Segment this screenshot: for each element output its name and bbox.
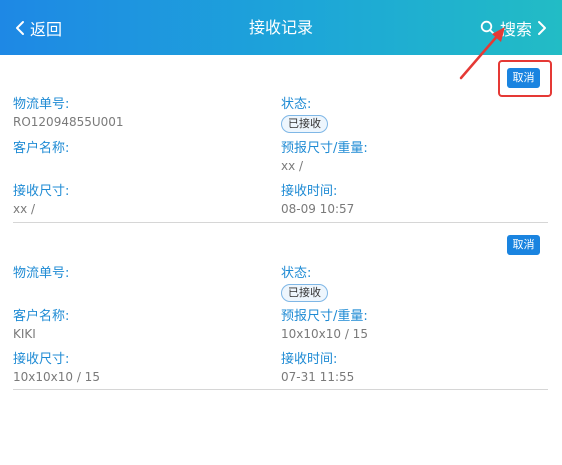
back-label: 返回 bbox=[30, 19, 63, 39]
customer-name-label: 客户名称: bbox=[13, 309, 70, 324]
received-size-field: 接收尺寸: xx / bbox=[13, 180, 69, 216]
customer-name-field: 客户名称: bbox=[13, 137, 69, 159]
back-button[interactable]: 返回 bbox=[14, 0, 62, 55]
cancel-button[interactable]: 取消 bbox=[507, 235, 540, 255]
received-time-field: 接收时间: 08-09 10:57 bbox=[281, 180, 354, 216]
received-size-value: xx / bbox=[13, 202, 36, 216]
received-size-label: 接收尺寸: bbox=[13, 184, 70, 199]
customer-name-field: 客户名称: KIKI bbox=[13, 305, 69, 341]
tracking-number-label: 物流单号: bbox=[13, 97, 70, 112]
received-time-label: 接收时间: bbox=[281, 352, 338, 367]
forecast-size-weight-value: 10x10x10 / 15 bbox=[281, 327, 368, 341]
status-badge: 已接收 bbox=[281, 284, 328, 302]
annotation-highlight bbox=[498, 60, 552, 97]
status-label: 状态: bbox=[281, 266, 312, 281]
tracking-number-field: 物流单号: RO12094855U001 bbox=[13, 93, 124, 129]
record-card: 取消 物流单号: RO12094855U001 状态: 已接收 客户名称: 预报… bbox=[13, 62, 548, 223]
customer-name-label: 客户名称: bbox=[13, 141, 70, 156]
received-time-field: 接收时间: 07-31 11:55 bbox=[281, 348, 354, 384]
chevron-left-icon bbox=[14, 20, 26, 36]
forecast-size-weight-value: xx / bbox=[281, 159, 304, 173]
forecast-size-weight-field: 预报尺寸/重量: 10x10x10 / 15 bbox=[281, 305, 368, 341]
forecast-size-weight-field: 预报尺寸/重量: xx / bbox=[281, 137, 368, 173]
chevron-right-icon bbox=[536, 20, 548, 36]
tracking-number-label: 物流单号: bbox=[13, 266, 70, 281]
tracking-number-field: 物流单号: bbox=[13, 262, 69, 284]
received-time-value: 08-09 10:57 bbox=[281, 202, 355, 216]
received-size-field: 接收尺寸: 10x10x10 / 15 bbox=[13, 348, 100, 384]
status-field: 状态: 已接收 bbox=[281, 262, 328, 302]
received-size-value: 10x10x10 / 15 bbox=[13, 370, 100, 384]
record-card: 取消 物流单号: 状态: 已接收 客户名称: KIKI 预报尺寸/重量: 10x… bbox=[13, 223, 548, 390]
tracking-number-value: RO12094855U001 bbox=[13, 115, 124, 129]
received-size-label: 接收尺寸: bbox=[13, 352, 70, 367]
status-label: 状态: bbox=[281, 97, 312, 112]
received-time-label: 接收时间: bbox=[281, 184, 338, 199]
received-time-value: 07-31 11:55 bbox=[281, 370, 355, 384]
forecast-size-weight-label: 预报尺寸/重量: bbox=[281, 309, 368, 324]
status-badge: 已接收 bbox=[281, 115, 328, 133]
status-field: 状态: 已接收 bbox=[281, 93, 328, 133]
customer-name-value: KIKI bbox=[13, 327, 36, 341]
forecast-size-weight-label: 预报尺寸/重量: bbox=[281, 141, 368, 156]
